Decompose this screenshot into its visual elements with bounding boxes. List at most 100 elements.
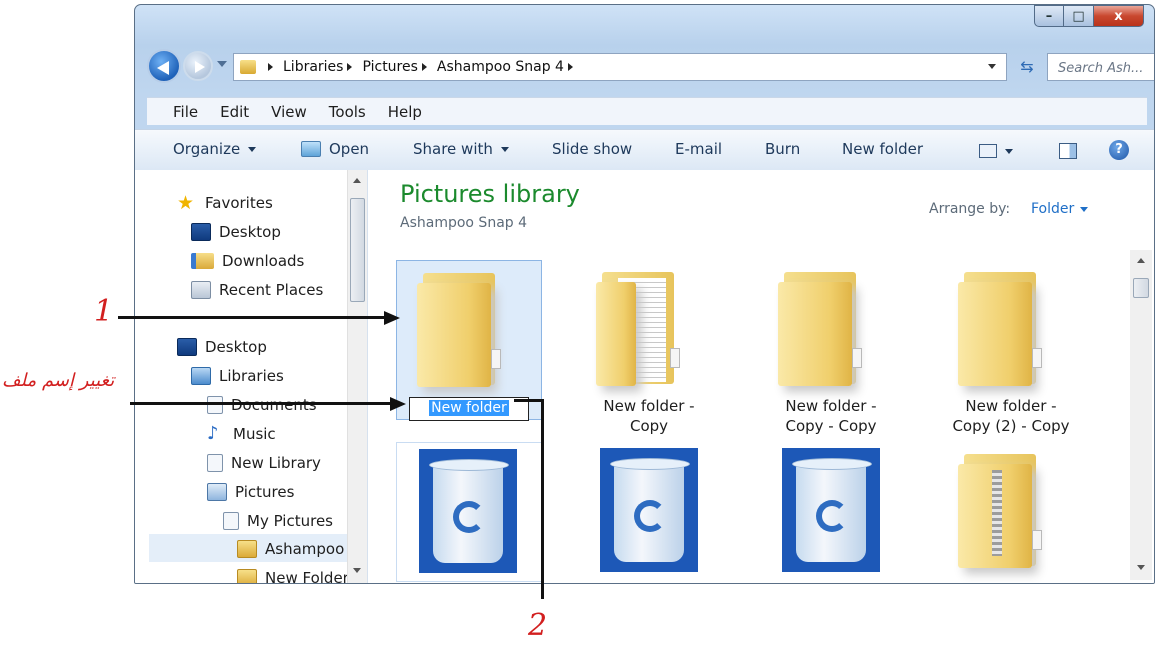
menu-file[interactable]: File [173,103,198,121]
file-item-label: New folder - [785,397,877,415]
nav-ashampoo[interactable]: Ashampoo [237,537,344,561]
change-view-button[interactable] [979,144,1013,158]
breadcrumb-separator-icon[interactable] [268,63,273,71]
file-item-label: Copy - Copy [785,417,877,435]
nav-favorites[interactable]: ★ Favorites [177,191,273,215]
annotation-label-2: 2 [528,608,548,643]
nav-new-library[interactable]: New Library [207,451,321,475]
nav-desktop[interactable]: Desktop [177,335,267,359]
file-item-new-folder[interactable]: New folder [396,260,542,421]
nav-my-pictures[interactable]: My Pictures [223,509,333,533]
breadcrumb-separator-icon[interactable] [567,63,573,71]
explorer-window: – □ x Libraries Pictures Ashampoo Snap 4… [134,4,1155,584]
folder-icon [417,269,507,391]
folder-icon [778,268,868,390]
scroll-down-icon[interactable] [1137,565,1145,570]
menu-view[interactable]: View [271,103,307,121]
help-button[interactable]: ? [1109,140,1129,160]
nav-downloads[interactable]: Downloads [191,249,304,273]
folder-icon [958,268,1048,390]
content-scrollbar-thumb[interactable] [1133,278,1149,298]
file-item-recycle-bin[interactable] [396,442,542,582]
content-scrollbar[interactable] [1130,250,1152,580]
breadcrumb-libraries[interactable]: Libraries [283,59,343,75]
annotation-line-2 [514,399,544,402]
file-item-new-folder-copy-2-copy[interactable]: New folder - Copy (2) - Copy [938,260,1084,440]
recent-pages-dropdown[interactable] [217,61,227,67]
nav-recent-places[interactable]: Recent Places [191,278,323,302]
address-dropdown-icon[interactable] [988,64,996,69]
organize-button[interactable]: Organize [173,140,257,158]
folder-icon [596,268,686,390]
chevron-down-icon [248,146,257,152]
address-bar[interactable]: Libraries Pictures Ashampoo Snap 4 [233,53,1007,81]
burn-button[interactable]: Burn [765,140,800,158]
file-item-label: New folder - [965,397,1057,415]
breadcrumb-pictures[interactable]: Pictures [362,59,417,75]
file-item-recycle-bin[interactable] [576,442,722,582]
open-button[interactable]: Open [301,140,369,158]
breadcrumb-separator-icon[interactable] [347,63,353,71]
nav-music[interactable]: ♪ Music [207,422,276,446]
forward-button[interactable] [183,51,213,81]
rename-input[interactable]: New folder [409,397,529,421]
annotation-line-2 [541,399,544,599]
slide-show-button[interactable]: Slide show [552,140,632,158]
library-icon [207,454,223,472]
file-item-recycle-bin[interactable] [758,442,904,582]
open-icon [301,141,321,157]
address-row: Libraries Pictures Ashampoo Snap 4 ⇆ [147,49,1154,85]
search-input[interactable] [1056,55,1154,81]
arrowhead-icon [390,397,406,411]
arrowhead-icon [384,311,400,325]
file-item-new-folder-copy[interactable]: New folder - Copy [576,260,722,440]
back-button[interactable] [147,49,181,83]
libraries-icon [191,367,211,385]
close-button[interactable]: x [1094,5,1144,27]
nav-documents[interactable]: Documents [207,393,317,417]
nav-scrollbar-thumb[interactable] [350,198,365,302]
menu-bar: File Edit View Tools Help [147,97,1147,125]
share-with-button[interactable]: Share with [413,140,509,158]
library-title: Pictures library [400,180,580,208]
email-button[interactable]: E-mail [675,140,722,158]
nav-libraries[interactable]: Libraries [191,364,284,388]
view-icon [979,144,997,158]
new-folder-button[interactable]: New folder [842,140,923,158]
nav-new-folder[interactable]: New Folder [237,566,349,583]
nav-scrollbar[interactable] [347,170,367,583]
annotation-arrow-1 [118,316,386,319]
recent-places-icon [191,281,211,299]
file-item-zip-folder[interactable] [938,442,1084,582]
nav-fav-desktop[interactable]: Desktop [191,220,281,244]
arrange-by-label: Arrange by: [929,201,1011,217]
pictures-icon [207,483,227,501]
maximize-button[interactable]: □ [1064,5,1094,27]
file-item-label: Copy (2) - Copy [952,417,1070,435]
scroll-down-icon[interactable] [353,568,361,573]
nav-pictures[interactable]: Pictures [207,480,294,504]
breadcrumb-separator-icon[interactable] [421,63,427,71]
desktop-icon [177,338,197,356]
scroll-up-icon[interactable] [1137,258,1145,263]
refresh-icon[interactable]: ⇆ [1013,55,1041,79]
navigation-pane: ★ Favorites Desktop Downloads Recent Plac… [135,170,368,583]
recycle-bin-icon [600,448,698,572]
breadcrumb-ashampoo[interactable]: Ashampoo Snap 4 [437,59,564,75]
scroll-up-icon[interactable] [353,178,361,183]
arrange-by-dropdown[interactable]: Folder [1031,201,1089,217]
menu-edit[interactable]: Edit [220,103,249,121]
command-bar: Organize Open Share with Slide show E-ma… [135,129,1154,171]
documents-icon [207,396,223,414]
menu-help[interactable]: Help [388,103,422,121]
folder-icon [240,60,256,74]
menu-tools[interactable]: Tools [329,103,366,121]
preview-pane-button[interactable] [1059,143,1077,159]
minimize-button[interactable]: – [1034,5,1064,27]
folder-icon [237,540,257,558]
chevron-down-icon [500,146,509,152]
file-item-new-folder-copy-copy[interactable]: New folder - Copy - Copy [758,260,904,440]
chevron-down-icon [1080,206,1089,212]
search-box[interactable] [1047,53,1154,81]
annotation-label-1: 1 [94,294,114,329]
